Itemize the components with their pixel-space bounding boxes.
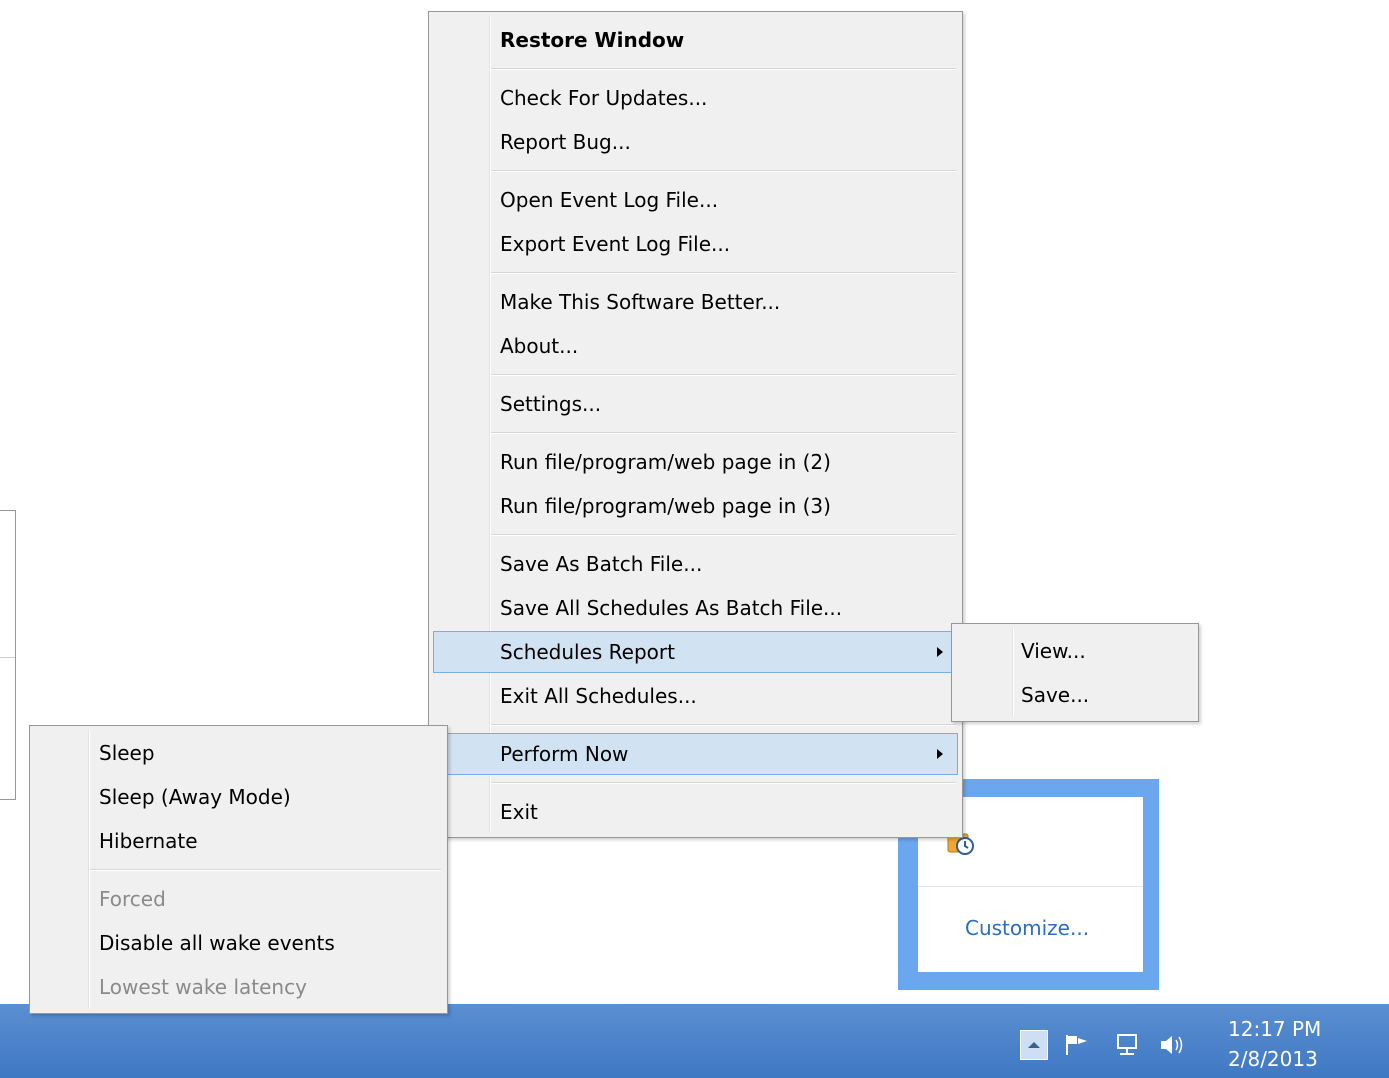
taskbar-clock[interactable]: 12:17 PM 2/8/2013 xyxy=(1228,1014,1321,1074)
menu-item-report-bug[interactable]: Report Bug... xyxy=(433,121,958,163)
menu-item-schedules-report[interactable]: Schedules Report xyxy=(433,631,958,673)
submenu-item-forced: Forced xyxy=(99,887,166,911)
customize-link[interactable]: Customize... xyxy=(965,916,1089,940)
submenu-item-save[interactable]: Save... xyxy=(956,674,1194,716)
menu-item-save-as-batch[interactable]: Save As Batch File... xyxy=(433,543,958,585)
action-center-flag-icon[interactable] xyxy=(1062,1032,1092,1058)
volume-icon[interactable] xyxy=(1158,1032,1188,1058)
menu-item-settings[interactable]: Settings... xyxy=(433,383,958,425)
menu-item-about[interactable]: About... xyxy=(433,325,958,367)
submenu-item-lowest-wake-latency: Lowest wake latency xyxy=(99,975,307,999)
clock-time: 12:17 PM xyxy=(1228,1017,1322,1041)
perform-now-submenu: Sleep Sleep (Away Mode) Hibernate Forced… xyxy=(29,725,448,1014)
menu-item-export-event-log[interactable]: Export Event Log File... xyxy=(433,223,958,265)
submenu-item-view[interactable]: View... xyxy=(956,630,1194,672)
menu-item-make-software-better[interactable]: Make This Software Better... xyxy=(433,281,958,323)
submenu-arrow-icon xyxy=(937,749,943,759)
background-window-edge xyxy=(0,510,16,800)
menu-item-exit[interactable]: Exit xyxy=(433,791,958,833)
menu-item-exit-all-schedules[interactable]: Exit All Schedules... xyxy=(433,675,958,717)
menu-item-open-event-log[interactable]: Open Event Log File... xyxy=(433,179,958,221)
submenu-item-disable-wake-events[interactable]: Disable all wake events xyxy=(34,922,443,964)
menu-item-restore-window[interactable]: Restore Window xyxy=(433,19,958,61)
show-hidden-icons-button[interactable] xyxy=(1020,1030,1048,1060)
menu-item-run-in-3[interactable]: Run file/program/web page in (3) xyxy=(433,485,958,527)
submenu-item-sleep[interactable]: Sleep xyxy=(34,732,443,774)
menu-item-save-all-schedules-batch[interactable]: Save All Schedules As Batch File... xyxy=(433,587,958,629)
main-context-menu: Restore Window Check For Updates... Repo… xyxy=(428,11,963,838)
clock-date: 2/8/2013 xyxy=(1228,1047,1318,1071)
submenu-item-sleep-away-mode[interactable]: Sleep (Away Mode) xyxy=(34,776,443,818)
tray-overflow-divider xyxy=(918,886,1143,887)
menu-item-run-in-2[interactable]: Run file/program/web page in (2) xyxy=(433,441,958,483)
menu-item-perform-now[interactable]: Perform Now xyxy=(433,733,958,775)
submenu-arrow-icon xyxy=(937,647,943,657)
menu-item-check-for-updates[interactable]: Check For Updates... xyxy=(433,77,958,119)
network-icon[interactable] xyxy=(1114,1032,1142,1058)
submenu-item-hibernate[interactable]: Hibernate xyxy=(34,820,443,862)
schedules-report-submenu: View... Save... xyxy=(951,623,1199,722)
